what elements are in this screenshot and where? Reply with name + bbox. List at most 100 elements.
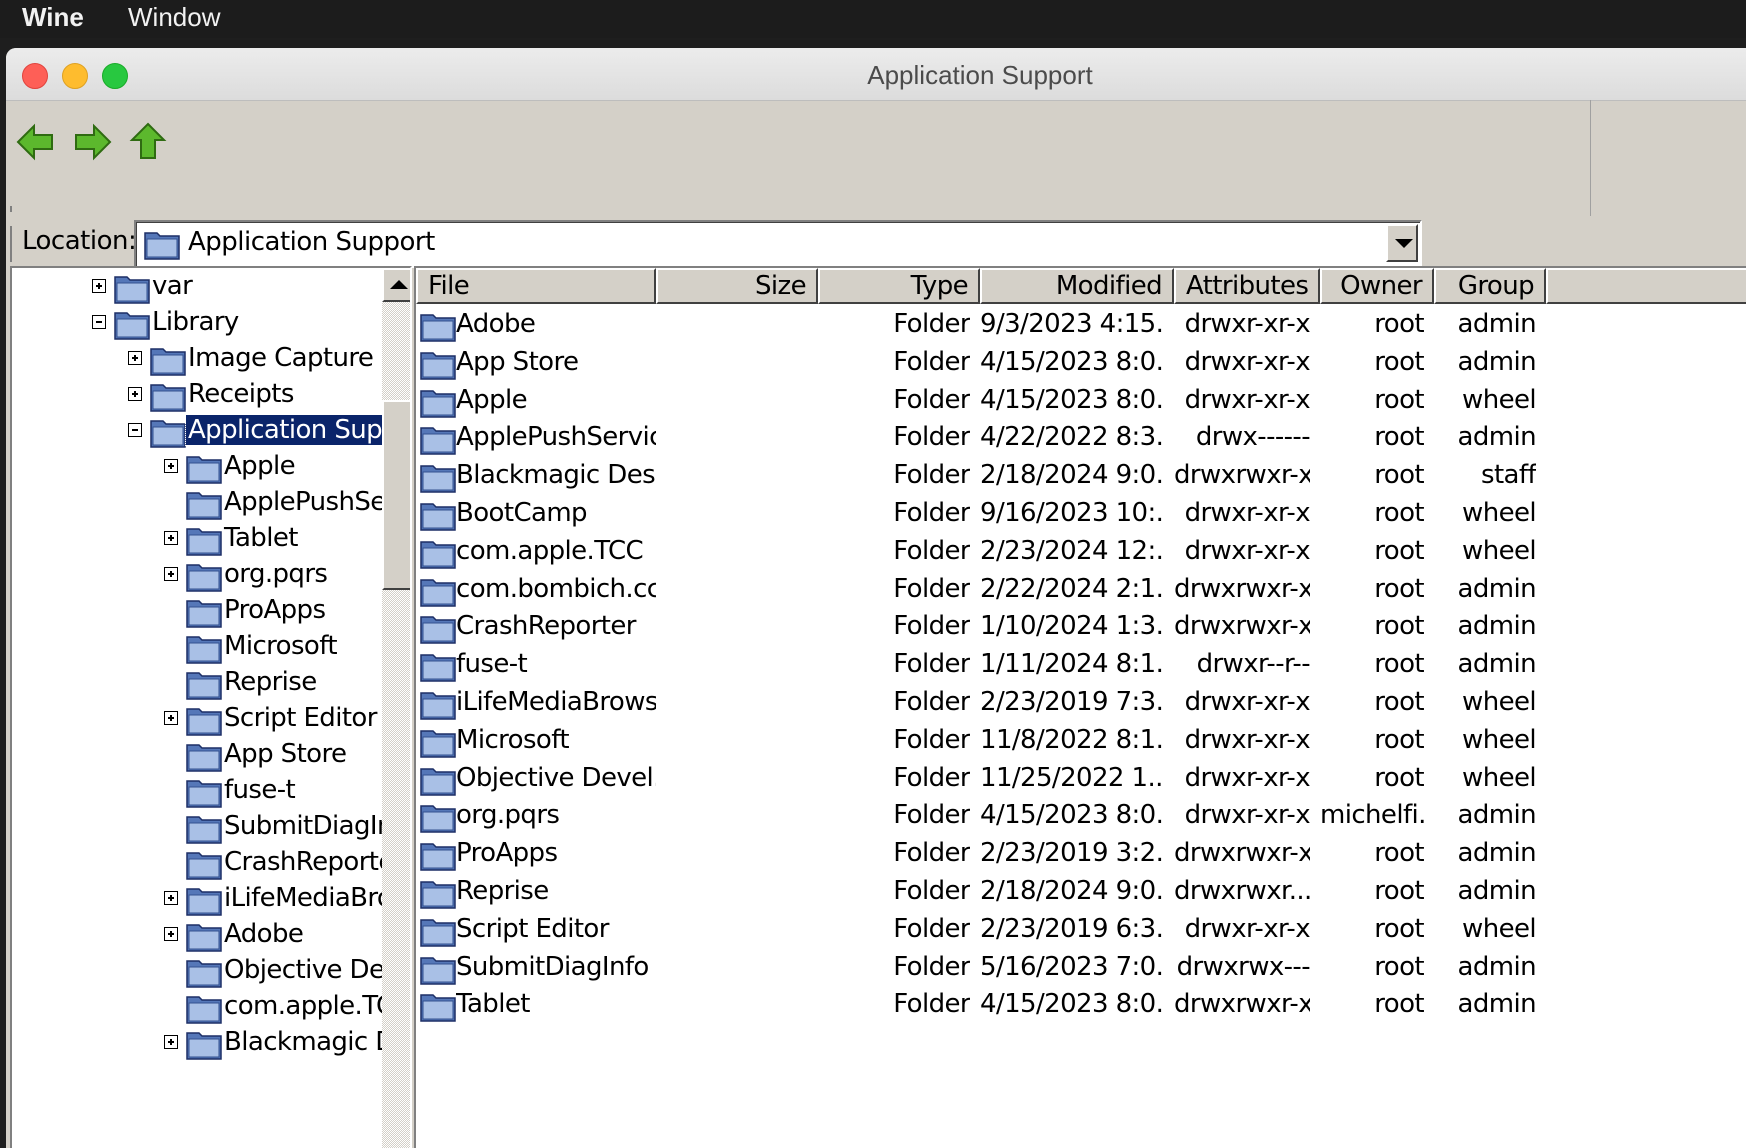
file-cell-name: Objective Devel... [456, 762, 656, 793]
folder-icon [186, 740, 222, 776]
file-cell-attributes: drwxr-xr-x [1184, 384, 1310, 415]
column-header-group[interactable]: Group [1434, 268, 1546, 304]
expand-icon[interactable] [128, 387, 142, 401]
toolbar-grip [10, 206, 16, 212]
folder-icon [150, 344, 186, 380]
file-row[interactable]: iLifeMediaBrowser Folder 2/23/2019 7:3... d… [416, 684, 1746, 722]
file-cell-attributes: drwxr-xr-x [1184, 309, 1310, 339]
file-cell-owner: root [1374, 649, 1424, 680]
menu-window[interactable]: Window [128, 2, 220, 33]
tree-item-label: Application Support [185, 414, 410, 446]
forward-button[interactable] [68, 118, 116, 166]
expand-icon[interactable] [128, 351, 142, 365]
collapse-icon[interactable] [128, 423, 142, 437]
file-cell-name: Microsoft [456, 724, 570, 755]
file-cell-modified: 11/25/2022 1... [980, 762, 1164, 793]
file-cell-name: ApplePushService [456, 422, 656, 453]
column-header-name[interactable]: File [416, 268, 656, 304]
file-cell-name: SubmitDiagInfo [456, 951, 649, 982]
file-cell-modified: 4/15/2023 8:0... [980, 800, 1164, 831]
tree-item-label: fuse-t [224, 775, 296, 805]
up-button[interactable] [124, 118, 172, 166]
file-cell-modified: 11/8/2022 8:1... [980, 724, 1164, 755]
file-cell-attributes: drwxrwxr-x [1174, 573, 1310, 604]
toolbar: Location: Application Support [6, 100, 1591, 268]
column-header-attributes[interactable]: Attributes [1174, 268, 1320, 304]
folder-icon [186, 488, 222, 524]
location-combobox[interactable]: Application Support [134, 220, 1422, 268]
file-cell-modified: 2/23/2024 12:... [980, 535, 1164, 566]
file-cell-modified: 2/18/2024 9:0... [980, 460, 1164, 491]
collapse-icon[interactable] [92, 315, 106, 329]
expand-icon[interactable] [164, 927, 178, 941]
file-cell-name: Adobe [456, 309, 536, 339]
file-cell-attributes: drwxr-xr-x [1184, 535, 1310, 566]
file-row[interactable]: SubmitDiagInfo Folder 5/16/2023 7:0... drwx… [416, 949, 1746, 987]
file-list[interactable]: File Size Type Modified Attributes Owner Group… [414, 266, 1746, 1148]
scroll-up-button[interactable] [382, 268, 410, 302]
tree-scrollbar[interactable] [382, 268, 410, 1148]
file-cell-modified: 1/10/2024 1:3... [980, 611, 1164, 642]
expand-icon[interactable] [92, 279, 106, 293]
file-cell-type: Folder [893, 762, 970, 793]
file-cell-type: Folder [893, 498, 970, 528]
folder-icon [186, 776, 222, 812]
tree-item-label: Library [152, 307, 239, 337]
expand-icon[interactable] [164, 711, 178, 725]
tree-item-label: Tablet [224, 523, 298, 553]
file-cell-owner: root [1374, 687, 1424, 717]
folder-icon [150, 380, 186, 416]
location-dropdown-button[interactable] [1386, 224, 1418, 262]
tree-item-label: Reprise [224, 667, 317, 697]
file-cell-group: wheel [1462, 762, 1536, 793]
folder-icon [186, 920, 222, 956]
expand-icon[interactable] [164, 567, 178, 581]
file-row[interactable]: Tablet Folder 4/15/2023 8:0... drwxrwxr-x ro… [416, 986, 1746, 1024]
column-header-size[interactable]: Size [656, 268, 818, 304]
file-row[interactable]: Reprise Folder 2/18/2024 9:0... drwxrwxr...… [416, 873, 1746, 911]
file-cell-name: BootCamp [456, 498, 588, 528]
scroll-thumb[interactable] [382, 400, 410, 590]
file-cell-group: admin [1457, 800, 1536, 831]
file-cell-owner: root [1374, 422, 1424, 453]
file-cell-name: fuse-t [456, 649, 528, 680]
file-cell-owner: root [1374, 951, 1424, 982]
folder-icon [420, 990, 456, 1029]
folder-tree[interactable]: var Library Image Capture Receipts Applicati… [10, 266, 412, 1148]
title-bar: Application Support [6, 48, 1746, 101]
expand-icon[interactable] [164, 1035, 178, 1049]
column-header-filler [1546, 268, 1746, 304]
file-row[interactable]: Script Editor Folder 2/23/2019 6:3... drwxr… [416, 911, 1746, 949]
file-row[interactable]: ProApps Folder 2/23/2019 3:2... drwxrwxr-x r… [416, 835, 1746, 873]
column-header-owner[interactable]: Owner [1320, 268, 1434, 304]
file-cell-modified: 2/22/2024 2:1... [980, 573, 1164, 604]
file-row[interactable]: App Store Folder 4/15/2023 8:0... drwxr-xr-… [416, 344, 1746, 382]
file-row[interactable]: Adobe Folder 9/3/2023 4:15... drwxr-xr-x roo… [416, 306, 1746, 344]
back-button[interactable] [12, 118, 60, 166]
folder-icon [186, 1028, 222, 1064]
file-row[interactable]: com.apple.TCC Folder 2/23/2024 12:... drwxr… [416, 533, 1746, 571]
folder-icon [186, 452, 222, 488]
file-row[interactable]: org.pqrs Folder 4/15/2023 8:0... drwxr-xr-x… [416, 797, 1746, 835]
file-row[interactable]: BootCamp Folder 9/16/2023 10:... drwxr-xr-x… [416, 495, 1746, 533]
tree-item-label: org.pqrs [224, 559, 328, 589]
location-label: Location: [22, 226, 137, 256]
file-row[interactable]: Objective Devel... Folder 11/25/2022 1... d… [416, 760, 1746, 798]
column-header-type[interactable]: Type [818, 268, 980, 304]
file-row[interactable]: Blackmagic Desi... Folder 2/18/2024 9:0...… [416, 457, 1746, 495]
expand-icon[interactable] [164, 891, 178, 905]
menu-app-wine[interactable]: Wine [22, 2, 84, 33]
file-cell-modified: 2/23/2019 7:3... [980, 687, 1164, 717]
file-row[interactable]: fuse-t Folder 1/11/2024 8:1... drwxr--r-- ro… [416, 646, 1746, 684]
expand-icon[interactable] [164, 531, 178, 545]
file-row[interactable]: CrashReporter Folder 1/10/2024 1:3... drwxr… [416, 608, 1746, 646]
tree-item-label: Image Capture [188, 343, 374, 373]
expand-icon[interactable] [164, 459, 178, 473]
file-row[interactable]: Microsoft Folder 11/8/2022 8:1... drwxr-xr-… [416, 722, 1746, 760]
folder-icon [186, 992, 222, 1028]
column-header-modified[interactable]: Modified [980, 268, 1174, 304]
file-row[interactable]: ApplePushService Folder 4/22/2022 8:3... dr… [416, 419, 1746, 457]
file-row[interactable]: com.bombich.ccc Folder 2/22/2024 2:1... drw… [416, 571, 1746, 609]
file-cell-type: Folder [893, 460, 970, 491]
file-row[interactable]: Apple Folder 4/15/2023 8:0... drwxr-xr-x roo… [416, 382, 1746, 420]
